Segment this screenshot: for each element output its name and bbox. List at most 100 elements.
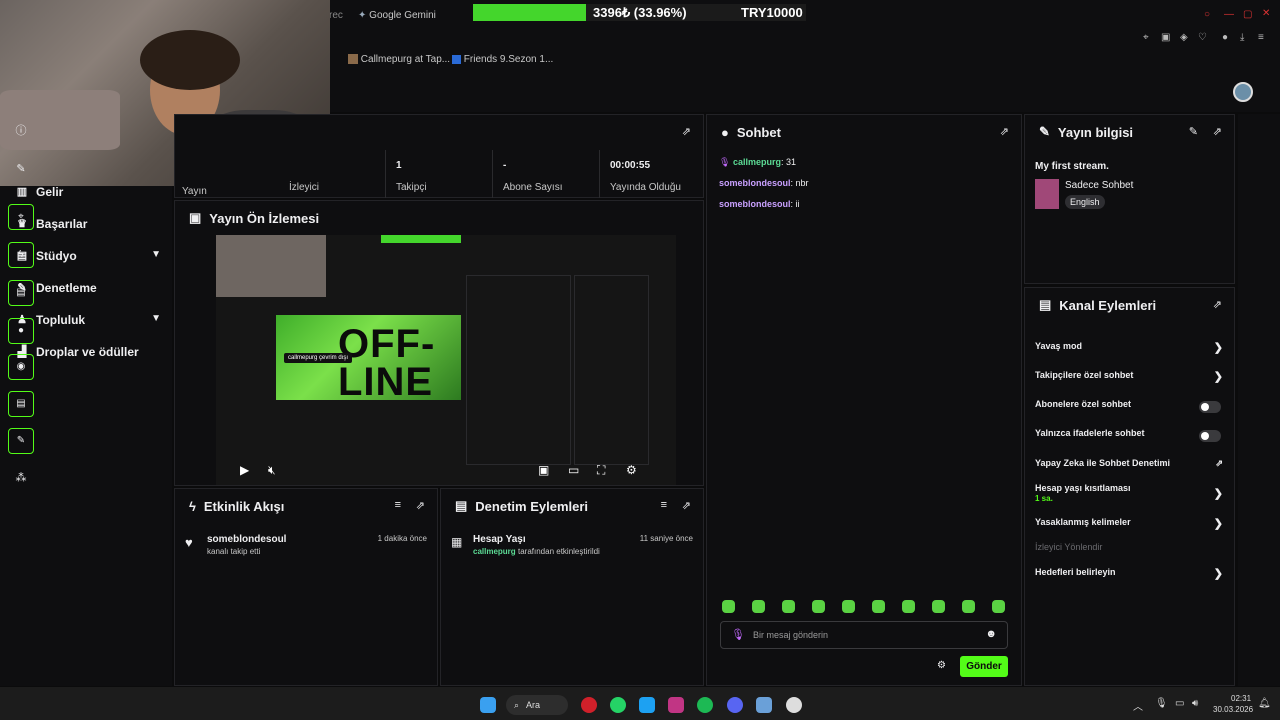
tab-fragment[interactable]: rec (329, 10, 343, 21)
sidebar-item-droplar[interactable]: ▟ Droplar ve ödüller (16, 342, 161, 362)
instagram-icon[interactable] (668, 697, 684, 713)
opera-icon[interactable] (581, 697, 597, 713)
popout-icon[interactable]: ⇗ (1000, 125, 1009, 138)
menu-icon[interactable]: ≡ (1258, 32, 1264, 43)
sidebar-item-denetleme[interactable]: ✎ Denetleme (16, 278, 161, 298)
document-icon[interactable]: ▤ (8, 280, 34, 306)
chat-input[interactable]: 🎙︎ Bir mesaj gönderin ☻ (720, 621, 1008, 649)
maximize-icon[interactable]: ▢ (1243, 9, 1252, 20)
fullscreen-icon[interactable]: ⛶ (597, 463, 605, 478)
pin-icon[interactable]: ⌖ (1143, 32, 1149, 43)
mute-icon[interactable]: 🔇︎ (268, 463, 276, 478)
popout-icon[interactable]: ⇗ (416, 499, 425, 512)
action-account-age[interactable]: Hesap yaşı kısıtlaması 1 sa. ❯ (1035, 483, 1223, 507)
volume-icon[interactable]: 🔊︎ (1192, 698, 1198, 709)
emote-icon[interactable] (842, 600, 855, 613)
avatar[interactable] (1233, 82, 1253, 102)
popout-icon[interactable]: ⇗ (1213, 298, 1222, 311)
action-ai-moderation[interactable]: Yapay Zeka ile Sohbet Denetimi ⇗ (1035, 458, 1223, 474)
obs-icon[interactable] (786, 697, 802, 713)
sidebar-item-topluluk[interactable]: ♟ Topluluk ▼ (16, 310, 161, 330)
channel-icon: ▤ (1039, 297, 1052, 312)
tab-gemini[interactable]: ✦ Google Gemini (358, 10, 436, 21)
filter-icon[interactable]: ≡ (661, 499, 667, 511)
chat-username[interactable]: someblondesoul (719, 199, 791, 209)
filter-icon[interactable]: ≡ (395, 499, 401, 511)
whatsapp-icon[interactable] (610, 697, 626, 713)
settings-icon[interactable]: ⚙ (626, 463, 637, 477)
pip-icon[interactable]: ▣ (538, 463, 549, 477)
wrench-icon[interactable]: ✎ (8, 428, 34, 454)
stat-subs: - Abone Sayısı (492, 150, 598, 198)
stat-value: - (503, 160, 507, 171)
emote-icon[interactable] (782, 600, 795, 613)
bookmark-friends[interactable]: Friends 9.Sezon 1... (452, 54, 553, 65)
category-name[interactable]: Sadece Sohbet (1065, 180, 1133, 191)
taskbar-search[interactable]: ⌕ Ara (506, 695, 568, 715)
minimize-icon[interactable]: — (1224, 9, 1234, 20)
clock-date[interactable]: 30.03.2026 (1213, 705, 1253, 714)
close-icon[interactable]: ✕ (1262, 8, 1270, 19)
action-banned-words[interactable]: Yasaklanmış kelimeler ❯ (1035, 517, 1223, 533)
sidebar-item-gelir[interactable]: ▥ Gelir (16, 182, 161, 202)
bolt-icon[interactable]: ϟ (8, 242, 34, 268)
app-icon[interactable] (756, 697, 772, 713)
chat-icon[interactable]: ● (8, 318, 34, 344)
more-icon[interactable]: ⁂ (8, 465, 34, 491)
toggle-switch[interactable] (1199, 430, 1221, 442)
clip-icon[interactable]: ⌖ (8, 204, 34, 230)
popout-icon[interactable]: ⇗ (1213, 125, 1222, 138)
info-icon[interactable]: ⓘ (8, 118, 34, 144)
emote-icon[interactable] (752, 600, 765, 613)
broadcast-icon[interactable]: ◉ (8, 354, 34, 380)
clock-time[interactable]: 02:31 (1231, 694, 1251, 703)
emote-icon[interactable] (932, 600, 945, 613)
toggle-switch[interactable] (1199, 401, 1221, 413)
activity-user[interactable]: someblondesoul (207, 534, 286, 545)
emote-icon[interactable] (992, 600, 1005, 613)
search-icon[interactable]: ○ (1204, 9, 1210, 20)
heart-icon[interactable]: ♡ (1198, 32, 1207, 43)
moderation-actor[interactable]: callmepurg (473, 547, 516, 556)
action-slow-mode[interactable]: Yavaş mod ❯ (1035, 341, 1223, 357)
action-emote-chat[interactable]: Yalnızca ifadelerle sohbet (1035, 428, 1223, 444)
network-icon[interactable]: ▭ (1175, 698, 1184, 709)
bookmark-callmepurg[interactable]: Callmepurg at Tap... (348, 54, 450, 65)
spotify-icon[interactable] (697, 697, 713, 713)
emoji-icon[interactable]: ☻ (985, 628, 997, 640)
action-goals[interactable]: Hedefleri belirleyin ❯ (1035, 567, 1223, 583)
discord-icon[interactable] (727, 697, 743, 713)
send-button[interactable]: Gönder (960, 656, 1008, 677)
chat-username[interactable]: someblondesoul (719, 178, 791, 188)
hair-shape (140, 30, 240, 90)
sidebar-item-basarilar[interactable]: ♛ Başarılar (16, 214, 161, 234)
popout-icon[interactable]: ⇗ (682, 499, 691, 512)
sidebar-item-studyo[interactable]: ▤ Stüdyo ▼ (16, 246, 161, 266)
emote-icon[interactable] (812, 600, 825, 613)
profile-icon[interactable]: ● (1222, 32, 1228, 43)
emote-icon[interactable] (722, 600, 735, 613)
emote-icon[interactable] (962, 600, 975, 613)
crop-icon[interactable]: ▣ (1161, 32, 1170, 43)
action-sub-chat[interactable]: Abonelere özel sohbet (1035, 399, 1223, 415)
channel-icon[interactable]: ▤ (8, 391, 34, 417)
mic-icon[interactable]: 🎙︎ (1155, 698, 1168, 709)
pencil-icon[interactable]: ✎ (8, 156, 34, 182)
chat-settings-icon[interactable]: ⚙ (937, 660, 946, 671)
edit-icon[interactable]: ✎ (1189, 125, 1198, 138)
play-icon[interactable]: ▶ (240, 463, 249, 477)
panel-header: ✎ Yayın bilgisi (1025, 115, 1234, 149)
notification-icon[interactable]: 🔔︎ (1258, 698, 1271, 709)
theater-icon[interactable]: ▭ (568, 463, 579, 477)
chat-username[interactable]: callmepurg (733, 157, 781, 167)
action-follower-chat[interactable]: Takipçilere özel sohbet ❯ (1035, 370, 1223, 386)
chevron-up-icon[interactable]: ︿ (1133, 698, 1143, 713)
stream-preview[interactable]: OFF- LINE callmepurg çevrim dışı ▶ 🔇︎ ▣ ▭… (216, 235, 676, 485)
popout-icon[interactable]: ⇗ (682, 125, 691, 138)
download-icon[interactable]: ⤓ (1240, 32, 1244, 43)
windows-start-icon[interactable] (480, 697, 496, 713)
emote-icon[interactable] (902, 600, 915, 613)
shield-icon[interactable]: ◈ (1180, 32, 1188, 43)
twitter-icon[interactable] (639, 697, 655, 713)
emote-icon[interactable] (872, 600, 885, 613)
